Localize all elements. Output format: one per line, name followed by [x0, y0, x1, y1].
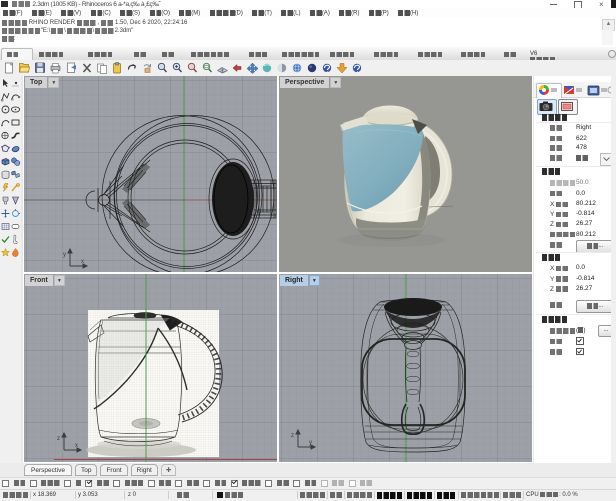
svg-text:x: x [81, 259, 84, 265]
svg-text:x: x [75, 443, 78, 449]
svg-text:z: z [291, 433, 294, 439]
svg-text:y: y [63, 252, 66, 258]
svg-text:y: y [309, 440, 312, 446]
svg-text:z: z [57, 436, 60, 442]
